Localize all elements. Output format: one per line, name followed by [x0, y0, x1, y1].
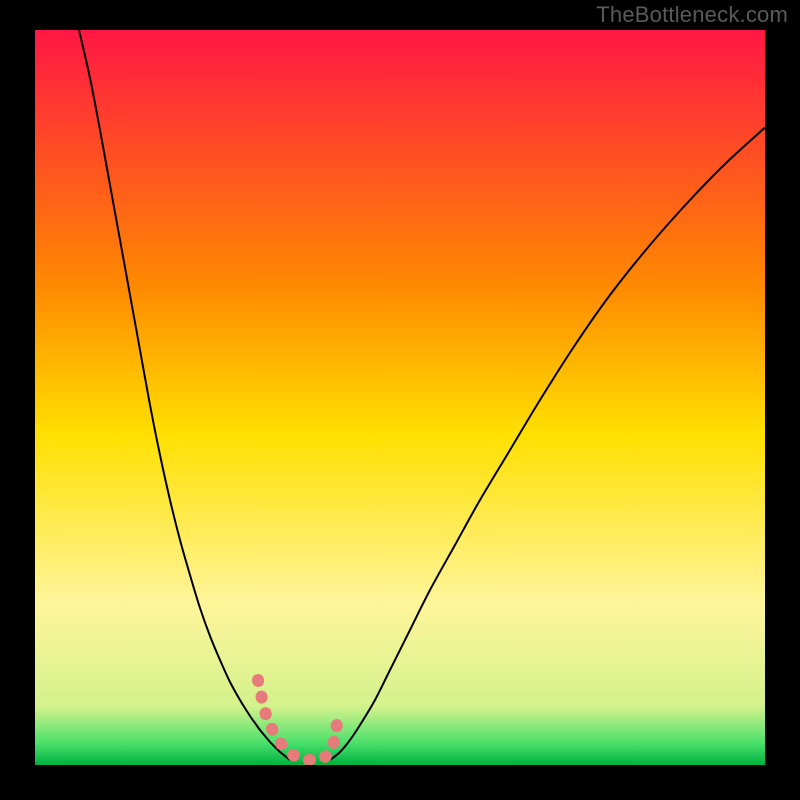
- bottleneck-chart: [0, 0, 800, 800]
- watermark-text: TheBottleneck.com: [596, 2, 788, 28]
- plot-background: [35, 30, 765, 765]
- chart-frame: TheBottleneck.com: [0, 0, 800, 800]
